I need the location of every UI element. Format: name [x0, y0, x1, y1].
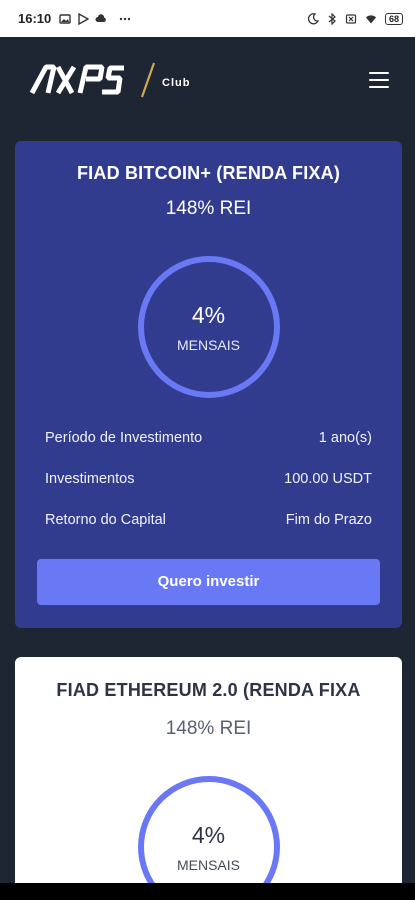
status-right-icons: 68 [307, 12, 403, 25]
status-left-icons [59, 12, 131, 25]
status-time: 16:10 [18, 11, 52, 26]
detail-value: Fim do Prazo [285, 512, 372, 528]
plan-title: FIAD BITCOIN+ (RENDA FIXA) [76, 163, 341, 183]
hamburger-menu-icon[interactable] [369, 72, 389, 88]
detail-label: Investimentos [45, 471, 135, 487]
invest-button[interactable]: Quero investir [37, 559, 380, 605]
detail-row-period: Período de Investimento 1 ano(s) [45, 430, 372, 471]
ring-value: 4% [191, 301, 226, 328]
plan-card: FIAD BITCOIN+ (RENDA FIXA) 148% REI 4% M… [15, 141, 402, 628]
more-dots-icon [120, 17, 131, 20]
detail-value: 100.00 USDT [284, 471, 372, 487]
detail-row-capital-return: Retorno do Capital Fim do Prazo [45, 512, 372, 553]
plan-rate: 148% REI [165, 198, 252, 219]
play-icon [78, 12, 90, 25]
ring-label: MENSAIS [176, 856, 240, 873]
monthly-rate-ring: 4% MENSAIS [137, 776, 280, 900]
plan-title: FIAD ETHEREUM 2.0 (RENDA FIXA [56, 680, 361, 700]
monthly-rate-ring: 4% MENSAIS [137, 256, 280, 398]
wifi-icon [365, 14, 376, 23]
ring-label: MENSAIS [176, 336, 240, 353]
status-bar: 16:10 68 [0, 0, 415, 37]
gallery-icon [59, 13, 71, 24]
system-nav-bar [0, 883, 415, 900]
battery-icon: 68 [384, 12, 403, 25]
sim-icon [345, 13, 357, 24]
plan-details: Período de Investimento 1 ano(s) Investi… [45, 430, 372, 553]
plan-rate: 148% REI [165, 718, 252, 739]
logo-sub-text: Club [162, 77, 190, 89]
brand-logo[interactable]: Club [28, 59, 208, 99]
ring-value: 4% [191, 821, 226, 848]
detail-row-investments: Investimentos 100.00 USDT [45, 471, 372, 512]
cloud-icon [95, 13, 107, 22]
plan-card: FIAD ETHEREUM 2.0 (RENDA FIXA 148% REI 4… [15, 657, 402, 900]
moon-icon [307, 12, 319, 24]
app-header: Club [0, 37, 415, 127]
detail-label: Retorno do Capital [45, 512, 166, 528]
detail-label: Período de Investimento [45, 430, 203, 446]
detail-value: 1 ano(s) [318, 430, 372, 446]
bluetooth-icon [328, 12, 336, 25]
